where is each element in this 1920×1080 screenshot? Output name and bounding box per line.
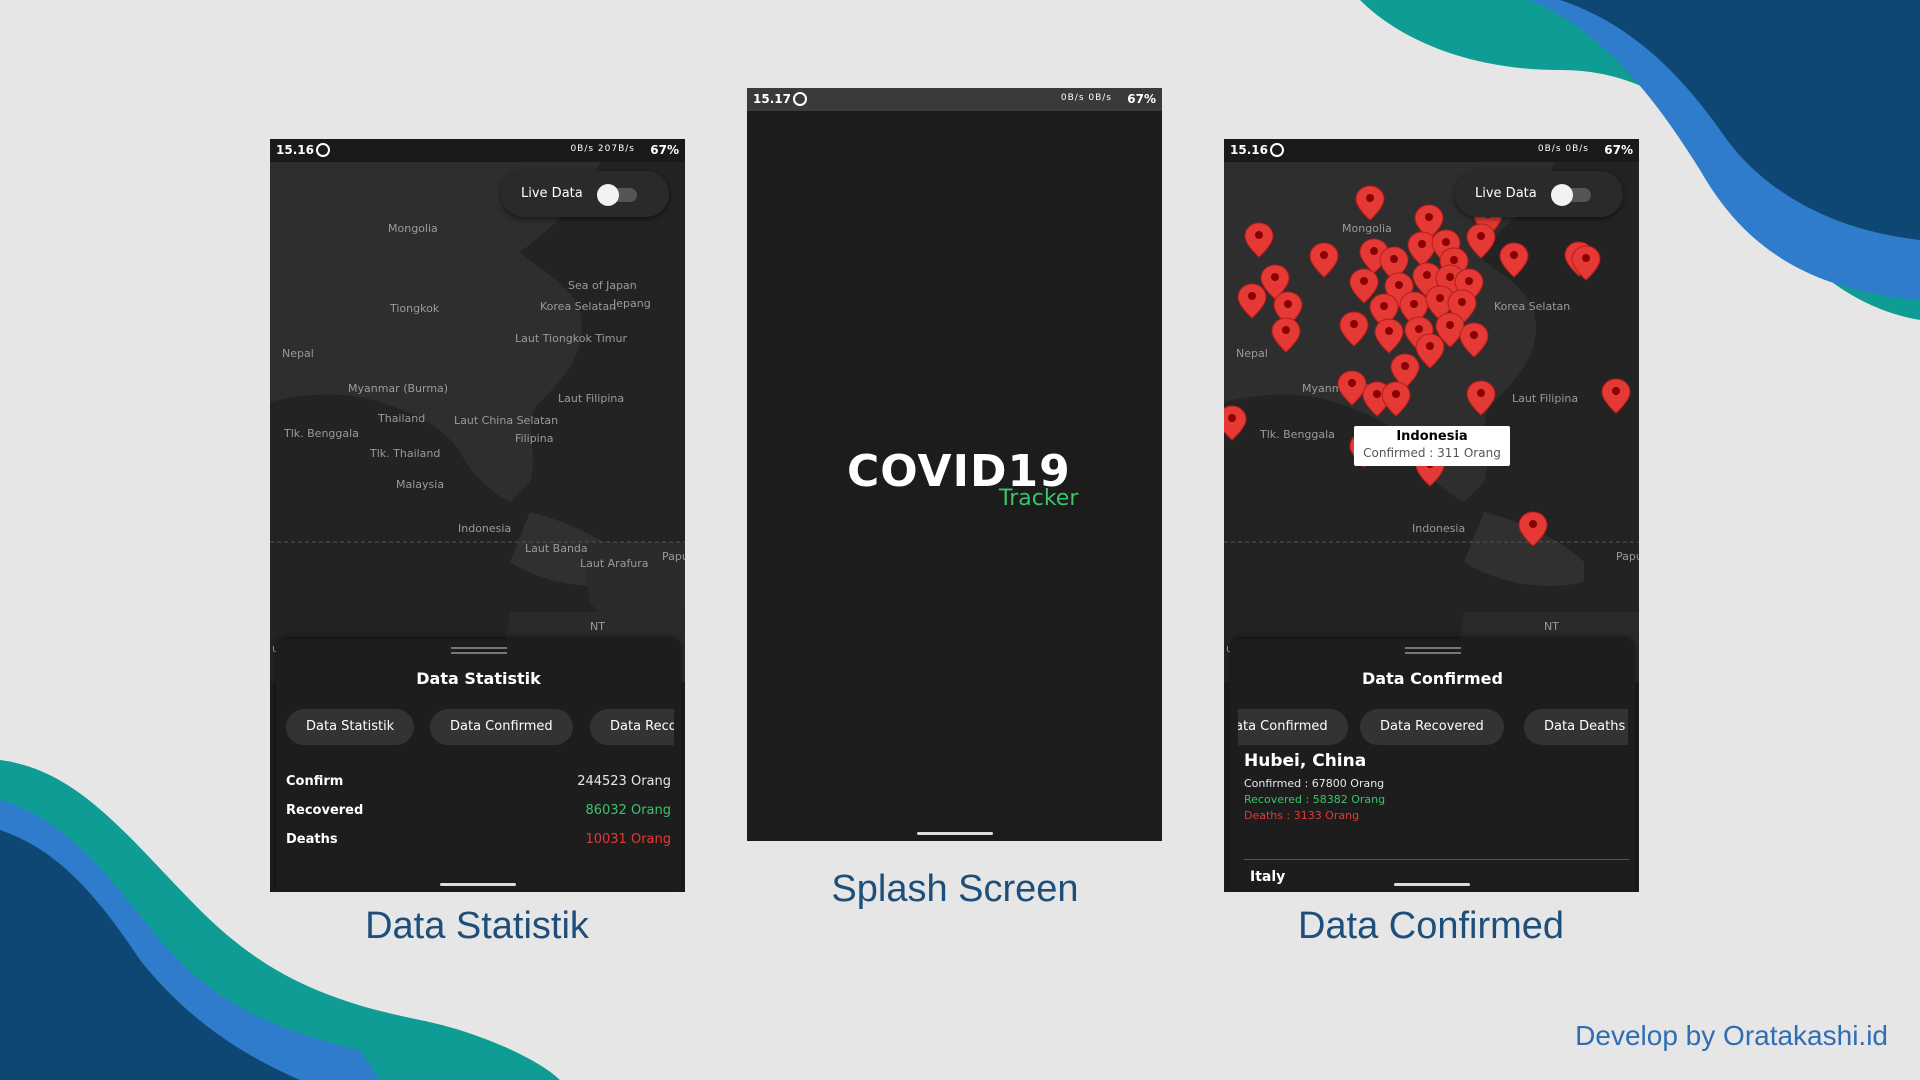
map-label: Laut Tiongkok Timur (515, 332, 627, 345)
map-label: Tiongkok (389, 302, 440, 315)
map-label: Laut Filipina (1512, 392, 1578, 405)
region-name: Hubei, China (1244, 751, 1367, 771)
map-label: Thailand (377, 412, 425, 425)
stat-label: Recovered (286, 803, 364, 818)
splash-logo-subtitle: Tracker (999, 486, 1079, 511)
map-label: Korea Selatan (540, 300, 616, 313)
chip-data-confirmed[interactable]: Data Confirmed (430, 709, 573, 745)
map-label: Laut Banda (525, 542, 588, 555)
drag-handle-icon[interactable] (450, 647, 507, 654)
stat-row-confirm: Confirm 244523 Orang (286, 774, 671, 803)
dnd-icon (1270, 143, 1284, 157)
drag-handle-icon[interactable] (1404, 647, 1461, 654)
live-data-toggle[interactable]: Live Data (1455, 171, 1623, 217)
map-label: Nepal (282, 347, 314, 360)
marker-info-window[interactable]: Indonesia Confirmed : 311 Orang (1354, 426, 1510, 466)
chip-row[interactable]: Data Statistik Data Confirmed Data Recov… (284, 709, 674, 745)
status-time: 15.16 (276, 143, 314, 157)
sheet-title: Data Confirmed (1362, 669, 1503, 688)
dnd-icon (316, 143, 330, 157)
network-speed: 0B/s 0B/s (1537, 144, 1589, 154)
stat-row-deaths: Deaths 10031 Orang (286, 832, 671, 861)
map-label: Laut Arafura (580, 557, 649, 570)
status-bar: 15.16 0B/s 207B/s 67% (270, 139, 685, 162)
statistics-list: Confirm 244523 Orang Recovered 86032 Ora… (286, 774, 671, 861)
nav-gesture-bar[interactable] (1393, 883, 1470, 886)
list-item-next[interactable]: Italy (1250, 869, 1285, 885)
nav-gesture-bar[interactable] (916, 832, 993, 835)
map-label: Tlk. Benggala (1259, 428, 1335, 441)
deaths-count: Deaths : 3133 Orang (1244, 809, 1360, 822)
stat-label: Confirm (286, 774, 344, 789)
status-bar: 15.16 0B/s 0B/s 67% (1224, 139, 1639, 162)
map-label: Sea of Japan (568, 279, 637, 292)
phone-data-statistik: 15.16 0B/s 207B/s 67% Mongolia Tiongkok … (270, 139, 685, 892)
bottom-sheet[interactable]: Data Statistik Data Statistik Data Confi… (276, 639, 681, 891)
bottom-sheet[interactable]: Data Confirmed Data Confirmed Data Recov… (1230, 639, 1635, 891)
info-window-subtitle: Confirmed : 311 Orang (1363, 446, 1501, 460)
list-item[interactable]: Hubei, China Confirmed : 67800 Orang Rec… (1244, 751, 1624, 822)
chip-data-deaths[interactable]: Data Deaths (1524, 709, 1628, 745)
map-label: NT (590, 620, 605, 633)
dnd-icon (793, 92, 807, 106)
caption-splash-screen: Splash Screen (831, 868, 1079, 910)
map-label: Nepal (1236, 347, 1268, 360)
recovered-count: Recovered : 58382 Orang (1244, 793, 1386, 806)
live-data-label: Live Data (1475, 186, 1537, 201)
map-label: Papua Nugini (1616, 550, 1639, 563)
list-divider (1244, 859, 1629, 860)
map-label: NT (1544, 620, 1559, 633)
live-data-toggle[interactable]: Live Data (501, 171, 669, 217)
phone-data-confirmed: 15.16 0B/s 0B/s 67% Mongolia Korea Selat… (1224, 139, 1639, 892)
map-label: Malaysia (396, 478, 444, 491)
map-label: Jepang (612, 297, 651, 310)
stat-value: 86032 Orang (585, 803, 671, 818)
chip-data-confirmed[interactable]: Data Confirmed (1238, 709, 1348, 745)
stat-label: Deaths (286, 832, 338, 847)
caption-data-confirmed: Data Confirmed (1297, 905, 1565, 947)
stat-value: 244523 Orang (577, 774, 671, 789)
map-label: Tlk. Benggala (283, 427, 359, 440)
map-label: Laut China Selatan (454, 414, 558, 427)
battery-level: 67% (1604, 143, 1633, 157)
dark-map-with-markers[interactable]: Mongolia Korea Selatan Nepal Myanmar (Bu… (1224, 162, 1639, 682)
map-label: Filipina (515, 432, 553, 445)
map-label: Indonesia (458, 522, 511, 535)
map-label: Laut Filipina (558, 392, 624, 405)
dark-map[interactable]: Mongolia Tiongkok Korea Selatan Sea of J… (270, 162, 685, 682)
nav-gesture-bar[interactable] (439, 883, 516, 886)
chip-data-statistik[interactable]: Data Statistik (286, 709, 415, 745)
chip-row[interactable]: Data Confirmed Data Recovered Data Death… (1238, 709, 1628, 745)
map-label: Mongolia (388, 222, 438, 235)
network-speed: 0B/s 0B/s (1060, 93, 1112, 103)
sheet-title: Data Statistik (416, 669, 541, 688)
map-label: Myanmar (Burma) (348, 382, 448, 395)
status-bar: 15.17 0B/s 0B/s 67% (747, 88, 1162, 111)
map-label: Mongolia (1342, 222, 1392, 235)
map-label: Korea Selatan (1494, 300, 1570, 313)
chip-data-recovered[interactable]: Data Recovered (590, 709, 674, 745)
toggle-knob[interactable] (1551, 184, 1573, 206)
battery-level: 67% (1127, 92, 1156, 106)
chip-data-recovered[interactable]: Data Recovered (1360, 709, 1504, 745)
info-window-title: Indonesia (1396, 429, 1468, 444)
battery-level: 67% (650, 143, 679, 157)
confirmed-count: Confirmed : 67800 Orang (1244, 777, 1385, 790)
status-time: 15.17 (753, 92, 791, 106)
map-label: Papua Nugini (662, 550, 685, 563)
network-speed: 0B/s 207B/s (570, 144, 635, 154)
stat-row-recovered: Recovered 86032 Orang (286, 803, 671, 832)
phone-splash-screen: 15.17 0B/s 0B/s 67% COVID19 Tracker (747, 88, 1162, 841)
toggle-knob[interactable] (597, 184, 619, 206)
map-label: Tlk. Thailand (369, 447, 440, 460)
stat-value: 10031 Orang (585, 832, 671, 847)
caption-data-statistik: Data Statistik (365, 905, 589, 947)
map-label: Indonesia (1412, 522, 1465, 535)
developer-credit: Develop by Oratakashi.id (1575, 1020, 1888, 1051)
live-data-label: Live Data (521, 186, 583, 201)
status-time: 15.16 (1230, 143, 1268, 157)
